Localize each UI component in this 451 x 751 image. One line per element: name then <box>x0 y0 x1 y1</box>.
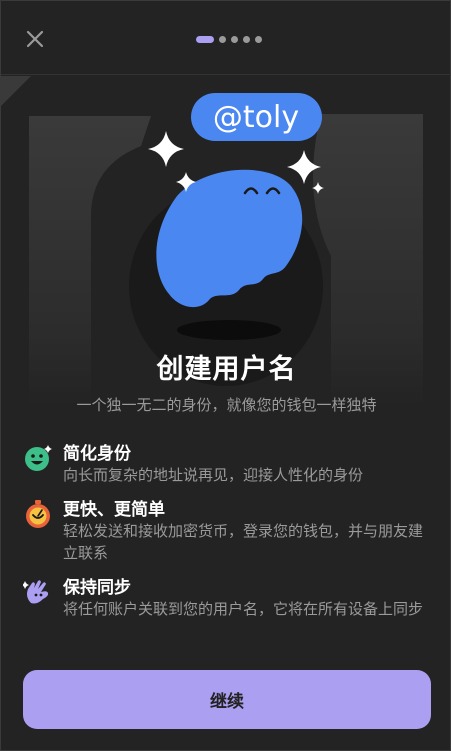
feature-title: 简化身份 <box>63 444 131 464</box>
onboarding-window: @toly 创建用户名 一个独一无二的身份，就像您的钱包一样独特 简化身份 向长… <box>0 0 451 751</box>
feature-description: 将任何账户关联到您的用户名，它将在所有设备上同步 <box>63 600 424 618</box>
header-bar <box>1 1 451 75</box>
ghost-shadow <box>177 320 281 340</box>
pagination-dots <box>196 35 262 43</box>
pagination-dot <box>243 35 250 43</box>
close-icon <box>26 30 44 48</box>
page-title: 创建用户名 <box>156 354 297 385</box>
username-tag: @toly <box>213 100 299 135</box>
pagination-dot-active <box>196 35 214 43</box>
close-button[interactable] <box>21 25 49 53</box>
feature-title: 更快、更简单 <box>63 500 165 520</box>
feature-title: 保持同步 <box>63 578 131 598</box>
pagination-dot <box>231 35 238 43</box>
feature-description: 轻松发送和接收加密货币，登录您的钱包，并与朋友建立联系 <box>63 522 424 562</box>
corner-shape <box>1 76 31 106</box>
page-subtitle: 一个独一无二的身份，就像您的钱包一样独特 <box>76 396 377 414</box>
smiley-face-icon <box>25 445 52 471</box>
continue-button[interactable]: 继续 <box>23 670 431 729</box>
waving-hand-icon <box>23 580 49 604</box>
stopwatch-icon <box>26 500 50 528</box>
pagination-dot <box>255 35 262 43</box>
feature-description: 向长而复杂的地址说再见，迎接人性化的身份 <box>63 466 364 484</box>
pagination-dot <box>219 35 226 43</box>
sparkle-icon <box>148 131 184 167</box>
